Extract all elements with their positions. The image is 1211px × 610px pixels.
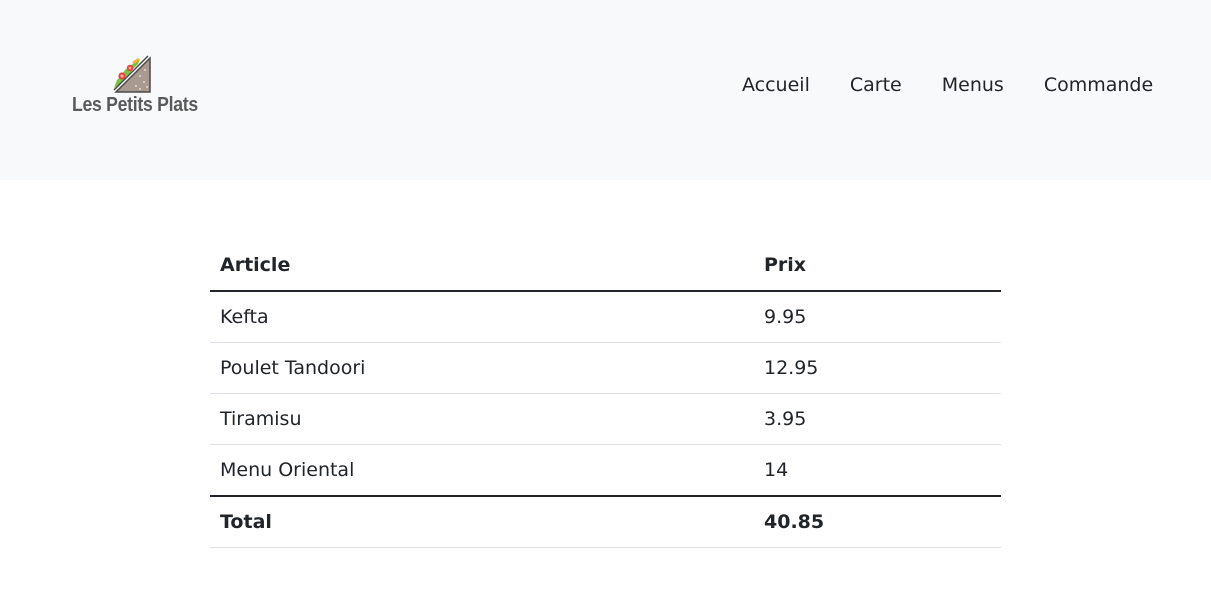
article-cell: Kefta: [210, 291, 754, 343]
nav-item-carte[interactable]: Carte: [830, 72, 922, 98]
total-row: Total 40.85: [210, 496, 1001, 548]
order-table: Article Prix Kefta 9.95 Poulet Tandoori …: [210, 240, 1001, 548]
nav-item-menus[interactable]: Menus: [922, 72, 1024, 98]
table-row: Tiramisu 3.95: [210, 393, 1001, 445]
price-cell: 9.95: [754, 291, 1001, 343]
nav-item-commande[interactable]: Commande: [1024, 72, 1173, 98]
table-row: Kefta 9.95: [210, 291, 1001, 343]
site-logo[interactable]: Les Petits Plats: [72, 54, 198, 124]
price-cell: 12.95: [754, 342, 1001, 394]
column-header-price: Prix: [754, 240, 1001, 292]
price-cell: 3.95: [754, 393, 1001, 445]
price-cell: 14: [754, 444, 1001, 497]
site-header: Les Petits Plats Accueil Carte Menus Com…: [0, 0, 1211, 180]
table-header-row: Article Prix: [210, 240, 1001, 292]
article-cell: Tiramisu: [210, 393, 754, 445]
total-value: 40.85: [754, 496, 1001, 548]
article-cell: Poulet Tandoori: [210, 342, 754, 394]
nav-item-accueil[interactable]: Accueil: [722, 72, 830, 98]
table-row: Menu Oriental 14: [210, 444, 1001, 497]
table-row: Poulet Tandoori 12.95: [210, 342, 1001, 394]
logo-text: Les Petits Plats: [72, 94, 198, 116]
article-cell: Menu Oriental: [210, 444, 754, 497]
sandwich-logo-icon: [113, 55, 151, 93]
main-nav: Accueil Carte Menus Commande: [722, 72, 1173, 98]
total-label: Total: [210, 496, 754, 548]
column-header-article: Article: [210, 240, 754, 292]
order-summary: Article Prix Kefta 9.95 Poulet Tandoori …: [210, 240, 1001, 548]
